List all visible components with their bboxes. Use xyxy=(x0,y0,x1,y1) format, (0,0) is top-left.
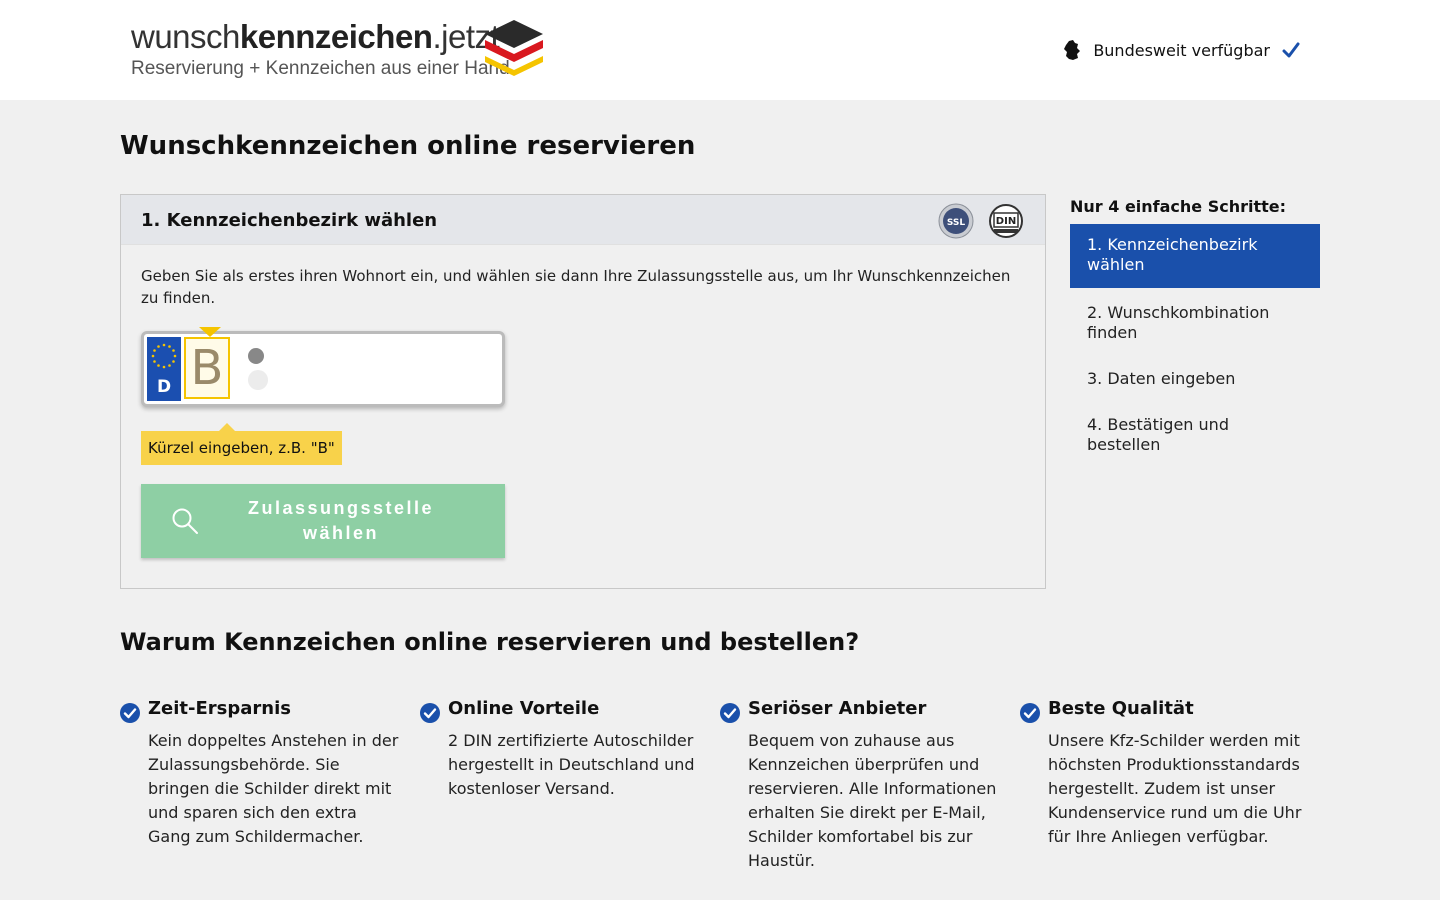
steps-sidebar: Nur 4 einfache Schritte: 1. Kennzeichenb… xyxy=(1070,197,1320,466)
feature-title: Online Vorteile xyxy=(448,698,600,719)
check-circle-icon xyxy=(120,703,140,723)
check-circle-icon xyxy=(1020,703,1040,723)
panel-header: 1. Kennzeichenbezirk wählen SSL DIN xyxy=(121,195,1045,245)
feature-text: Bequem von zuhause aus Kennzeichen überp… xyxy=(748,731,997,870)
country-code: D xyxy=(156,377,172,397)
step-2[interactable]: 2. Wunschkombination finden xyxy=(1070,292,1320,354)
steps-title: Nur 4 einfache Schritte: xyxy=(1070,197,1287,216)
din-badge-icon: DIN xyxy=(989,204,1023,238)
feature-text: Kein doppeltes Anstehen in der Zulassung… xyxy=(148,731,399,846)
availability-info: Bundesweit verfügbar xyxy=(1063,38,1300,62)
district-input[interactable] xyxy=(184,337,230,399)
page-title: Wunschkennzeichen online reservieren xyxy=(120,131,696,161)
feature-title: Beste Qualität xyxy=(1048,698,1194,719)
select-registration-office-button[interactable]: Zulassungsstelle wählen xyxy=(141,484,505,558)
feature-text: Unsere Kfz-Schilder werden mit höchsten … xyxy=(1048,731,1302,846)
logo-tagline: Reservierung + Kennzeichen aus einer Han… xyxy=(131,58,510,79)
logo-wordmark: wunschkennzeichen.jetzt xyxy=(131,18,500,55)
district-selection-panel: 1. Kennzeichenbezirk wählen SSL DIN Gebe… xyxy=(120,194,1046,589)
logo[interactable]: wunschkennzeichen.jetzt Reservierung + K… xyxy=(131,16,551,86)
germany-map-icon xyxy=(1064,40,1081,60)
step-1[interactable]: 1. Kennzeichenbezirk wählen xyxy=(1070,224,1320,288)
logo-flag-icon xyxy=(485,20,543,76)
feature-title: Zeit-Ersparnis xyxy=(148,698,291,719)
step-4[interactable]: 4. Bestätigen und bestellen xyxy=(1070,404,1320,466)
input-pointer xyxy=(199,327,221,337)
plate-seal-bottom xyxy=(248,370,268,390)
site-header: wunschkennzeichen.jetzt Reservierung + K… xyxy=(0,0,1440,100)
input-hint-tooltip: Kürzel eingeben, z.B. "B" xyxy=(141,423,342,465)
panel-title: 1. Kennzeichenbezirk wählen xyxy=(141,210,438,231)
panel-description: Geben Sie als erstes ihren Wohnort ein, … xyxy=(141,267,1011,307)
eu-band: D xyxy=(147,337,181,401)
checkmark-icon xyxy=(1282,42,1300,58)
svg-text:SSL: SSL xyxy=(947,218,966,228)
feature-text: 2 DIN zertifizierte Autoschilder hergest… xyxy=(448,731,695,798)
button-label: Zulassungsstelle wählen xyxy=(247,498,435,543)
feature-title: Seriöser Anbieter xyxy=(748,698,927,719)
ssl-badge-icon: SSL xyxy=(938,203,974,239)
check-circle-icon xyxy=(720,703,740,723)
step-3[interactable]: 3. Daten eingeben xyxy=(1070,358,1320,400)
plate-seal-top xyxy=(248,348,264,364)
eu-stars-icon xyxy=(151,343,177,369)
check-circle-icon xyxy=(420,703,440,723)
availability-text: Bundesweit verfügbar xyxy=(1093,40,1270,60)
license-plate: D xyxy=(141,327,505,407)
search-icon xyxy=(172,508,198,534)
svg-text:DIN: DIN xyxy=(996,216,1016,227)
why-section-title: Warum Kennzeichen online reservieren und… xyxy=(120,628,860,656)
